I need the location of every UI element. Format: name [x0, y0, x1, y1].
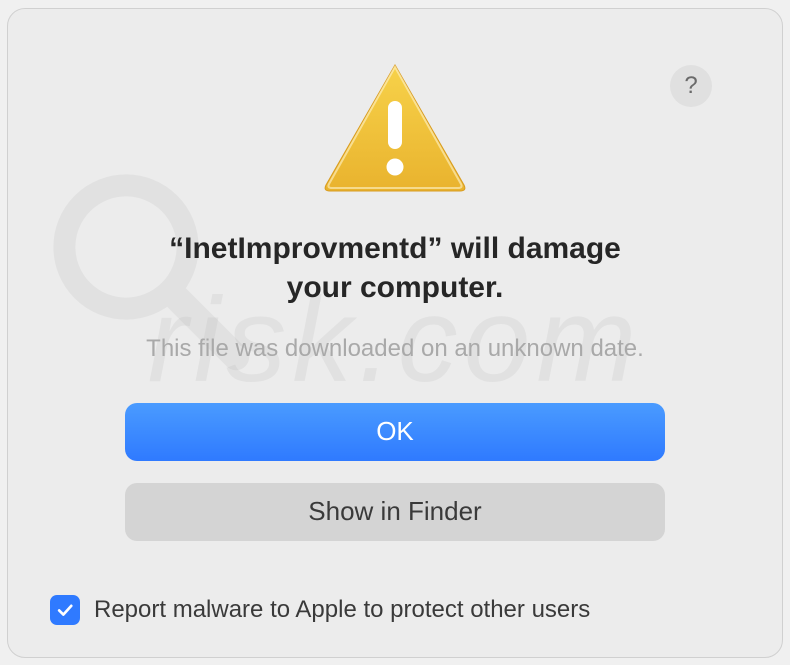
- ok-button-label: OK: [376, 416, 414, 447]
- help-button[interactable]: ?: [670, 65, 712, 107]
- alert-subtitle: This file was downloaded on an unknown d…: [146, 335, 644, 363]
- alert-dialog: risk.com ? “InetImprovme: [7, 8, 783, 658]
- checkmark-icon: [55, 600, 75, 620]
- report-checkbox[interactable]: [50, 595, 80, 625]
- warning-icon: [320, 59, 470, 199]
- help-icon: ?: [684, 72, 697, 100]
- ok-button[interactable]: OK: [125, 403, 665, 461]
- alert-title: “InetImprovmentd” will damage your compu…: [169, 229, 621, 307]
- show-in-finder-label: Show in Finder: [308, 496, 481, 527]
- report-checkbox-row: Report malware to Apple to protect other…: [50, 595, 590, 625]
- button-group: OK Show in Finder: [125, 403, 665, 541]
- show-in-finder-button[interactable]: Show in Finder: [125, 483, 665, 541]
- report-checkbox-label: Report malware to Apple to protect other…: [94, 596, 590, 624]
- alert-title-line2: your computer.: [287, 271, 504, 304]
- alert-title-line1: “InetImprovmentd” will damage: [169, 232, 621, 265]
